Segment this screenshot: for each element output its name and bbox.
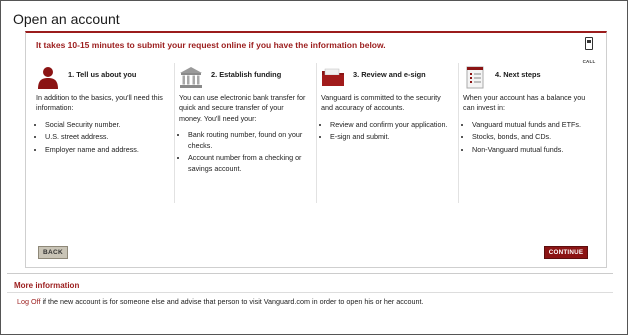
folder-icon bbox=[322, 68, 344, 86]
list-item: Non-Vanguard mutual funds. bbox=[472, 145, 592, 155]
page-frame: Open an account It takes 10-15 minutes t… bbox=[0, 0, 628, 335]
step-tell-us: 1. Tell us about you In addition to the … bbox=[32, 63, 169, 203]
more-info-text: Log Off if the new account is for someon… bbox=[17, 297, 423, 306]
step-text: In addition to the basics, you'll need t… bbox=[36, 93, 163, 113]
divider bbox=[7, 292, 613, 293]
list-item: U.S. street address. bbox=[45, 132, 165, 142]
bank-icon bbox=[180, 67, 202, 88]
list-item: Vanguard mutual funds and ETFs. bbox=[472, 120, 592, 130]
step-text: You can use electronic bank transfer for… bbox=[179, 93, 306, 123]
intro-text: It takes 10-15 minutes to submit your re… bbox=[36, 40, 386, 50]
step-next-steps: 4. Next steps When your account has a ba… bbox=[458, 63, 596, 203]
list-item: Review and confirm your application. bbox=[330, 120, 450, 130]
divider bbox=[7, 273, 613, 274]
step-text: When your account has a balance you can … bbox=[463, 93, 586, 113]
step-review-esign: 3. Review and e-sign Vanguard is committ… bbox=[316, 63, 454, 203]
list-item: Bank routing number, found on your check… bbox=[188, 130, 308, 151]
steps-row: 1. Tell us about you In addition to the … bbox=[32, 63, 600, 203]
list-item: Stocks, bonds, and CDs. bbox=[472, 132, 592, 142]
list-item: Social Security number. bbox=[45, 120, 165, 130]
more-info-body: if the new account is for someone else a… bbox=[40, 297, 424, 306]
step-title: 3. Review and e-sign bbox=[353, 70, 426, 79]
account-steps-panel: It takes 10-15 minutes to submit your re… bbox=[25, 31, 607, 268]
step-establish-funding: 2. Establish funding You can use electro… bbox=[174, 63, 312, 203]
list-item: Account number from a checking or saving… bbox=[188, 153, 308, 174]
list-item: E-sign and submit. bbox=[330, 132, 450, 142]
step-title: 2. Establish funding bbox=[211, 70, 282, 79]
person-icon bbox=[38, 67, 58, 89]
step-title: 1. Tell us about you bbox=[68, 70, 137, 79]
back-button[interactable]: BACK bbox=[38, 246, 68, 259]
step-text: Vanguard is committed to the security an… bbox=[321, 93, 441, 113]
continue-button[interactable]: CONTINUE bbox=[544, 246, 588, 259]
page-title: Open an account bbox=[13, 11, 120, 27]
log-off-link[interactable]: Log Off bbox=[17, 297, 40, 306]
step-title: 4. Next steps bbox=[495, 70, 541, 79]
checklist-icon bbox=[466, 66, 484, 89]
list-item: Employer name and address. bbox=[45, 145, 165, 155]
more-info-heading: More information bbox=[14, 281, 80, 290]
phone-icon bbox=[585, 37, 593, 50]
